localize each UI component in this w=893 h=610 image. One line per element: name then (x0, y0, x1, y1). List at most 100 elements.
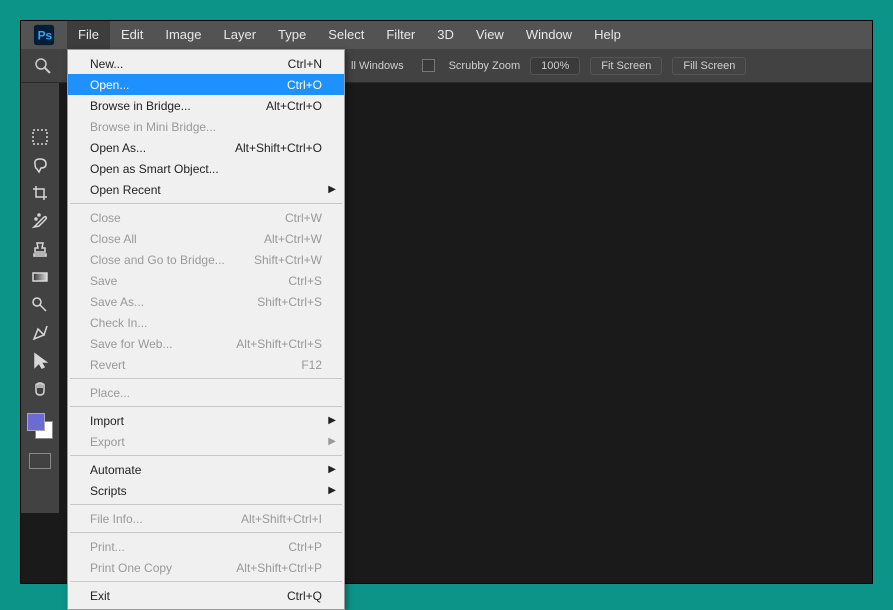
menu-item-label: Place... (90, 386, 130, 400)
menu-item-close: CloseCtrl+W (68, 207, 344, 228)
menu-item-label: Save As... (90, 295, 144, 309)
menu-window[interactable]: Window (515, 21, 583, 49)
crop-tool-icon[interactable] (28, 181, 52, 205)
submenu-arrow-icon: ▶ (328, 415, 336, 426)
menu-item-import[interactable]: Import ▶ (68, 410, 344, 431)
toolbox (21, 83, 59, 513)
marquee-tool-icon[interactable] (28, 125, 52, 149)
menu-item-revert: Revert F12 (68, 354, 344, 375)
menu-item-save-as---: Save As... Shift+Ctrl+S (68, 291, 344, 312)
menu-item-shortcut: Ctrl+P (288, 540, 322, 554)
menu-separator (70, 406, 342, 407)
lasso-tool-icon[interactable] (28, 153, 52, 177)
menu-item-label: Open... (90, 78, 129, 92)
menu-item-shortcut: Ctrl+W (285, 211, 322, 225)
menu-separator (70, 203, 342, 204)
svg-text:Ps: Ps (38, 29, 53, 43)
menu-item-label: Browse in Mini Bridge... (90, 120, 216, 134)
fit-screen-button[interactable]: Fit Screen (590, 57, 662, 75)
menu-separator (70, 581, 342, 582)
menu-filter[interactable]: Filter (375, 21, 426, 49)
menu-view[interactable]: View (465, 21, 515, 49)
menu-file[interactable]: File (67, 21, 110, 49)
menu-item-print-one-copy: Print One CopyAlt+Shift+Ctrl+P (68, 557, 344, 578)
menu-item-shortcut: Ctrl+N (288, 57, 322, 71)
gradient-tool-icon[interactable] (28, 265, 52, 289)
menu-item-label: Save (90, 274, 117, 288)
menu-item-scripts[interactable]: Scripts ▶ (68, 480, 344, 501)
all-windows-label: ll Windows (351, 60, 404, 72)
menu-item-label: Import (90, 414, 124, 428)
fill-screen-button[interactable]: Fill Screen (672, 57, 746, 75)
menu-item-label: Revert (90, 358, 125, 372)
menu-separator (70, 532, 342, 533)
menu-item-open---[interactable]: Open... Ctrl+O (68, 74, 344, 95)
menu-item-new---[interactable]: New... Ctrl+N (68, 53, 344, 74)
menu-item-open-recent[interactable]: Open Recent ▶ (68, 179, 344, 200)
menu-edit[interactable]: Edit (110, 21, 154, 49)
file-menu-dropdown: New... Ctrl+N Open... Ctrl+O Browse in Bridg… (67, 49, 345, 610)
menu-item-shortcut: Ctrl+S (288, 274, 322, 288)
menu-type[interactable]: Type (267, 21, 317, 49)
menu-layer[interactable]: Layer (213, 21, 268, 49)
menu-select[interactable]: Select (317, 21, 375, 49)
menu-item-shortcut: Alt+Shift+Ctrl+P (236, 561, 322, 575)
menu-item-label: Print... (90, 540, 125, 554)
menu-item-exit[interactable]: ExitCtrl+Q (68, 585, 344, 606)
menu-item-browse-in-bridge---[interactable]: Browse in Bridge...Alt+Ctrl+O (68, 95, 344, 116)
healing-brush-tool-icon[interactable] (28, 209, 52, 233)
menu-item-open-as-smart-object---[interactable]: Open as Smart Object... (68, 158, 344, 179)
menu-item-close-and-go-to-bridge---: Close and Go to Bridge... Shift+Ctrl+W (68, 249, 344, 270)
menu-item-shortcut: Shift+Ctrl+S (257, 295, 322, 309)
menu-item-browse-in-mini-bridge---: Browse in Mini Bridge... (68, 116, 344, 137)
menu-item-shortcut: Alt+Ctrl+O (266, 99, 322, 113)
menu-item-export: Export ▶ (68, 431, 344, 452)
color-swatches[interactable] (25, 413, 55, 443)
submenu-arrow-icon: ▶ (328, 436, 336, 447)
menu-item-save-for-web---: Save for Web... Alt+Shift+Ctrl+S (68, 333, 344, 354)
menu-item-save: Save Ctrl+S (68, 270, 344, 291)
menu-separator (70, 455, 342, 456)
scrubby-checkbox[interactable] (422, 59, 435, 72)
menu-item-label: New... (90, 57, 123, 71)
menu-item-print---: Print... Ctrl+P (68, 536, 344, 557)
menu-item-shortcut: Alt+Shift+Ctrl+S (236, 337, 322, 351)
zoom-tool-icon[interactable] (29, 52, 57, 80)
menu-separator (70, 504, 342, 505)
path-selection-tool-icon[interactable] (28, 349, 52, 373)
menu-item-label: Export (90, 435, 125, 449)
menu-item-shortcut: Alt+Ctrl+W (264, 232, 322, 246)
pen-tool-icon[interactable] (28, 321, 52, 345)
foreground-color-swatch[interactable] (27, 413, 45, 431)
menu-item-shortcut: Ctrl+O (287, 78, 322, 92)
menu-item-shortcut: Shift+Ctrl+W (254, 253, 322, 267)
menu-item-automate[interactable]: Automate▶ (68, 459, 344, 480)
menu-3d[interactable]: 3D (426, 21, 465, 49)
menu-item-check-in---: Check In... (68, 312, 344, 333)
submenu-arrow-icon: ▶ (328, 485, 336, 496)
menu-item-file-info---: File Info... Alt+Shift+Ctrl+I (68, 508, 344, 529)
menu-item-label: Save for Web... (90, 337, 172, 351)
submenu-arrow-icon: ▶ (328, 184, 336, 195)
menu-item-shortcut: F12 (301, 358, 322, 372)
menu-item-shortcut: Alt+Shift+Ctrl+I (241, 512, 322, 526)
scrubby-label: Scrubby Zoom (449, 60, 521, 72)
menu-item-place---: Place... (68, 382, 344, 403)
menu-item-label: Open As... (90, 141, 146, 155)
hand-tool-icon[interactable] (28, 377, 52, 401)
zoom-value-field[interactable]: 100% (530, 57, 580, 75)
ps-logo[interactable]: Ps (21, 21, 67, 49)
submenu-arrow-icon: ▶ (328, 464, 336, 475)
menu-item-label: Scripts (90, 484, 127, 498)
menu-item-label: Open Recent (90, 183, 161, 197)
menu-item-label: Close All (90, 232, 137, 246)
stamp-tool-icon[interactable] (28, 237, 52, 261)
menu-item-label: Close and Go to Bridge... (90, 253, 225, 267)
dodge-tool-icon[interactable] (28, 293, 52, 317)
menu-item-open-as---[interactable]: Open As...Alt+Shift+Ctrl+O (68, 137, 344, 158)
quickmask-toggle-icon[interactable] (29, 453, 51, 469)
menu-item-label: File Info... (90, 512, 143, 526)
menu-image[interactable]: Image (154, 21, 212, 49)
menu-item-label: Check In... (90, 316, 147, 330)
menu-help[interactable]: Help (583, 21, 632, 49)
